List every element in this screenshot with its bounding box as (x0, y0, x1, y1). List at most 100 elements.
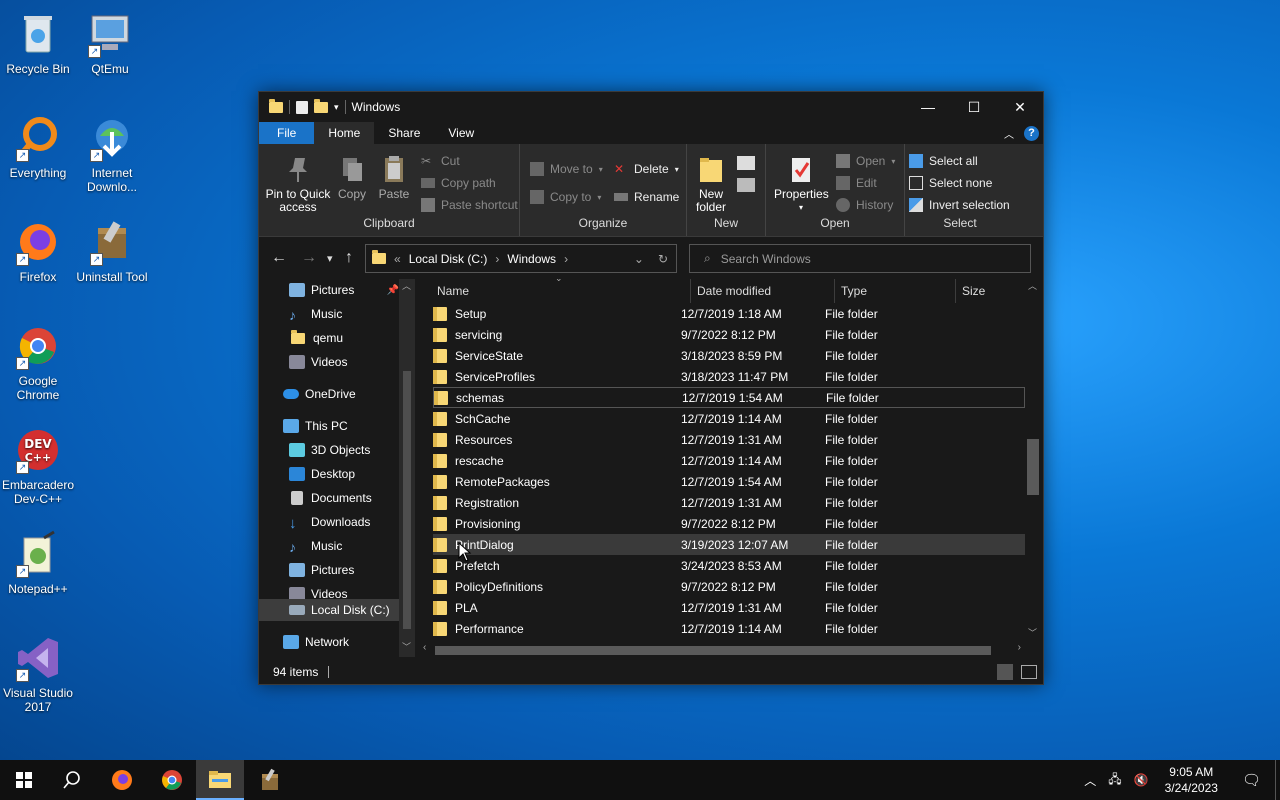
nav-item-documents[interactable]: Documents (289, 487, 372, 509)
tab-view[interactable]: View (434, 122, 488, 144)
select-all-button[interactable]: Select all (909, 154, 978, 168)
desktop-icon-everything[interactable]: ↗ Everything (0, 114, 76, 180)
show-desktop-button[interactable] (1275, 760, 1280, 800)
cut-button[interactable]: ✂ Cut (421, 154, 460, 168)
desktop-icon-firefox[interactable]: ↗ Firefox (0, 218, 76, 284)
table-row[interactable]: Setup 12/7/2019 1:18 AM File folder (433, 303, 1025, 324)
file-list-horizontal-scrollbar[interactable]: ‹ › (419, 641, 1025, 659)
column-header-date[interactable]: Date modified (697, 279, 771, 303)
scroll-up-icon[interactable]: ︿ (1028, 279, 1037, 292)
pin-icon[interactable]: 📌 (387, 285, 399, 296)
large-icons-view-icon[interactable] (1021, 665, 1037, 679)
nav-item-videos[interactable]: Videos (289, 351, 347, 373)
move-to-button[interactable]: Move to ▾ (530, 162, 603, 176)
new-folder-button[interactable]: New folder (693, 154, 729, 214)
history-button[interactable]: History (836, 198, 893, 212)
nav-item-pictures[interactable]: Pictures 📌 (289, 279, 399, 301)
table-row[interactable]: Performance 12/7/2019 1:14 AM File folder (433, 618, 1025, 639)
search-input[interactable]: Search Windows (721, 252, 811, 266)
up-arrow-icon[interactable]: ↑ (345, 249, 353, 267)
desktop-icon-google-chrome[interactable]: ↗ Google Chrome (0, 322, 76, 402)
new-folder-quick-icon[interactable] (314, 98, 328, 113)
taskbar-firefox[interactable] (98, 760, 146, 800)
column-header-name[interactable]: Name (437, 279, 469, 303)
breadcrumb-local-disk[interactable]: Local Disk (C:) (409, 252, 488, 266)
table-row[interactable]: PrintDialog 3/19/2023 12:07 AM File folder (433, 534, 1025, 555)
desktop-icon-internet-download[interactable]: ↗ Internet Downlo... (74, 114, 150, 194)
copy-to-button[interactable]: Copy to ▾ (530, 190, 601, 204)
desktop-icon-uninstall-tool[interactable]: ↗ Uninstall Tool (74, 218, 150, 284)
rename-button[interactable]: Rename (614, 190, 679, 204)
forward-arrow-icon[interactable]: → (301, 249, 317, 267)
horizontal-scroll-thumb[interactable] (435, 646, 991, 655)
edit-button[interactable]: Edit (836, 176, 877, 190)
table-row[interactable]: Prefetch 3/24/2023 8:53 AM File folder (433, 555, 1025, 576)
tab-share[interactable]: Share (374, 122, 434, 144)
refresh-icon[interactable]: ↻ (658, 252, 668, 266)
desktop-icon-dev-cpp[interactable]: DEV C++ ↗ Embarcadero Dev-C++ (0, 426, 76, 506)
delete-button[interactable]: ✕ Delete ▾ (614, 162, 679, 176)
taskbar-file-explorer[interactable] (196, 760, 244, 800)
column-header-size[interactable]: Size (962, 279, 985, 303)
volume-muted-icon[interactable]: 🔇 (1128, 773, 1155, 787)
table-row[interactable]: SchCache 12/7/2019 1:14 AM File folder (433, 408, 1025, 429)
nav-item-music[interactable]: ♪ Music (289, 303, 342, 325)
file-list-scroll-thumb[interactable] (1027, 439, 1039, 495)
nav-pane-scroll-thumb[interactable] (403, 371, 411, 629)
nav-item-network[interactable]: Network (283, 631, 349, 653)
breadcrumb-windows[interactable]: Windows (507, 252, 556, 266)
select-none-button[interactable]: Select none (909, 176, 992, 190)
search-box[interactable]: ⌕ Search Windows (689, 244, 1031, 273)
table-row[interactable]: RemotePackages 12/7/2019 1:54 AM File fold… (433, 471, 1025, 492)
table-row[interactable]: ServiceState 3/18/2023 8:59 PM File folder (433, 345, 1025, 366)
table-row[interactable]: Provisioning 9/7/2022 8:12 PM File folder (433, 513, 1025, 534)
file-list-vertical-scrollbar[interactable]: ︿ ﹀ (1025, 279, 1041, 641)
taskbar-chrome[interactable] (148, 760, 196, 800)
nav-item-pictures-2[interactable]: Pictures (289, 559, 354, 581)
open-button[interactable]: Open ▾ (836, 154, 895, 168)
chevron-up-icon[interactable]: ︿ (1004, 126, 1014, 141)
desktop-icon-visual-studio[interactable]: ↗ Visual Studio 2017 (0, 634, 76, 714)
help-icon[interactable]: ? (1024, 125, 1039, 141)
properties-button[interactable]: Properties ▾ (774, 154, 829, 214)
new-item-icon[interactable] (737, 156, 755, 170)
notification-icon[interactable]: 🗨 (1228, 771, 1275, 789)
scroll-up-icon[interactable]: ︿ (402, 279, 411, 292)
chevron-up-icon[interactable]: ︿ (1078, 772, 1102, 789)
taskbar-uninstall-tool[interactable] (246, 760, 294, 800)
paste-button[interactable]: Paste (375, 154, 413, 201)
scroll-down-icon[interactable]: ﹀ (1028, 626, 1037, 639)
back-arrow-icon[interactable]: ← (271, 249, 287, 267)
scroll-down-icon[interactable]: ﹀ (402, 640, 411, 653)
close-button[interactable]: ✕ (997, 92, 1043, 122)
table-row[interactable]: PLA 12/7/2019 1:31 AM File folder (433, 597, 1025, 618)
copy-button[interactable]: Copy (335, 154, 369, 201)
desktop-icon-recycle-bin[interactable]: Recycle Bin (0, 10, 76, 76)
tab-home[interactable]: Home (314, 122, 375, 144)
address-bar[interactable]: « Local Disk (C:) › Windows › ⌄ ↻ (365, 244, 677, 273)
easy-access-icon[interactable] (737, 178, 755, 192)
nav-item-3d-objects[interactable]: 3D Objects (289, 439, 370, 461)
nav-item-this-pc[interactable]: This PC (283, 415, 348, 437)
table-row[interactable]: Registration 12/7/2019 1:31 AM File folder (433, 492, 1025, 513)
nav-pane-scrollbar[interactable]: ︿ ﹀ (399, 279, 415, 657)
search-button[interactable] (48, 760, 96, 800)
table-row[interactable]: schemas 12/7/2019 1:54 AM File folder (433, 387, 1025, 408)
nav-item-onedrive[interactable]: OneDrive (283, 383, 356, 405)
invert-selection-button[interactable]: Invert selection (909, 198, 1010, 212)
table-row[interactable]: ServiceProfiles 3/18/2023 11:47 PM File fo… (433, 366, 1025, 387)
pin-to-quick-access-button[interactable]: Pin to Quick access (265, 154, 331, 214)
table-row[interactable]: PolicyDefinitions 9/7/2022 8:12 PM File fo… (433, 576, 1025, 597)
recent-chevron-icon[interactable]: ▾ (327, 252, 333, 265)
nav-item-local-disk[interactable]: Local Disk (C:) (259, 599, 399, 621)
column-header-type[interactable]: Type (841, 279, 867, 303)
start-button[interactable] (0, 760, 48, 800)
properties-quick-icon[interactable] (296, 100, 308, 114)
nav-item-desktop[interactable]: Desktop (289, 463, 355, 485)
maximize-button[interactable]: ☐ (951, 92, 997, 122)
table-row[interactable]: servicing 9/7/2022 8:12 PM File folder (433, 324, 1025, 345)
table-row[interactable]: rescache 12/7/2019 1:14 AM File folder (433, 450, 1025, 471)
details-view-icon[interactable] (997, 664, 1013, 680)
nav-item-downloads[interactable]: ↓ Downloads (289, 511, 370, 533)
network-icon[interactable]: 🖧 (1102, 770, 1127, 791)
